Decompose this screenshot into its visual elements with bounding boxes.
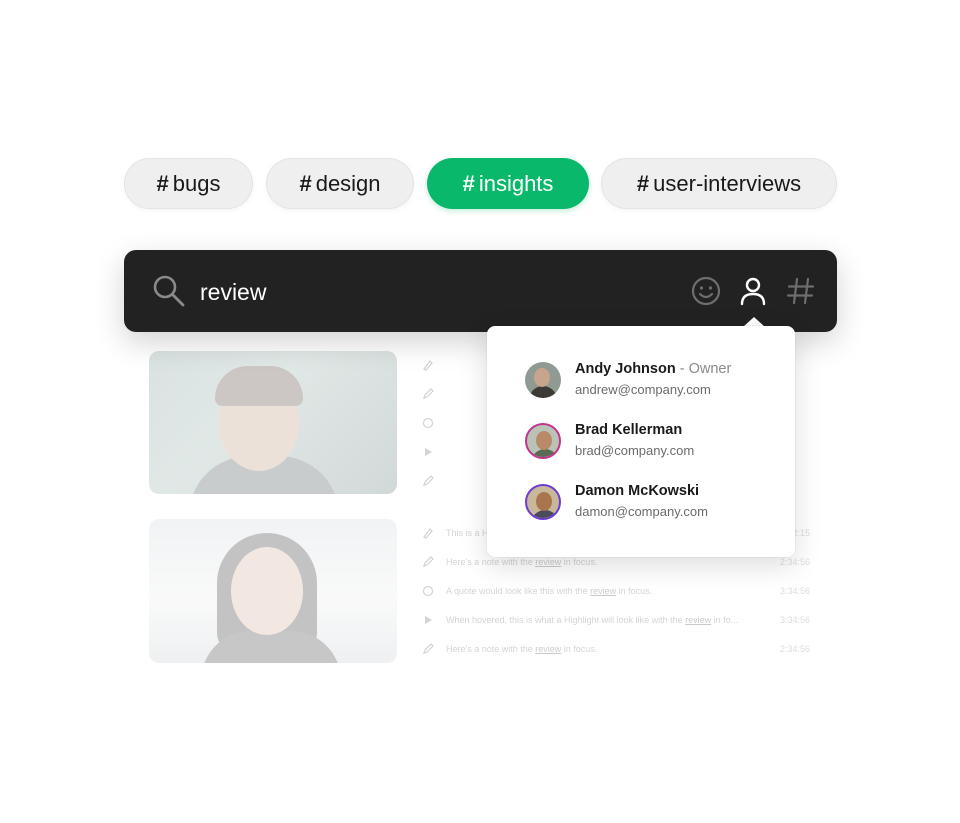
quote-icon (422, 585, 434, 597)
user-option-andy-johnson[interactable]: Andy Johnson - Owner andrew@company.com (525, 358, 775, 404)
list-item: A quote would look like this with the re… (420, 582, 810, 600)
highlight-icon (423, 360, 433, 371)
hashtag-filter-button[interactable] (784, 274, 818, 308)
user-name: Brad Kellerman (575, 422, 683, 438)
list-item: When hovered, this is what a Highlight w… (420, 611, 810, 629)
timestamp: 3:34:56 (779, 615, 810, 625)
hashtag-prefix: # (156, 171, 169, 196)
user-name: Andy Johnson - Owner (575, 361, 732, 377)
note-text: A quote would look like this with the re… (446, 586, 653, 596)
play-icon (425, 616, 432, 624)
pencil-icon (423, 643, 434, 654)
avatar (525, 484, 561, 520)
avatar (525, 423, 561, 459)
user-option-brad-kellerman[interactable]: Brad Kellerman brad@company.com (525, 419, 775, 465)
timestamp: 2:15 (792, 528, 810, 538)
hashtag-prefix: # (299, 171, 312, 196)
timestamp: 3:34:56 (779, 586, 810, 596)
pencil-icon (423, 388, 434, 399)
person-filter-button[interactable] (736, 274, 770, 308)
list-item: Here's a note with the review in focus. … (420, 640, 810, 658)
pencil-icon (423, 556, 434, 567)
hashtag-prefix: # (636, 171, 650, 196)
pencil-icon (423, 475, 434, 486)
user-name: Damon McKowski (575, 483, 700, 499)
video-thumbnail (149, 351, 397, 494)
highlight-icon (423, 528, 433, 539)
search-bar (124, 250, 837, 332)
hashtag-prefix: # (462, 171, 475, 196)
tag-label: bugs (172, 171, 221, 196)
tag-chip-user-interviews[interactable]: # user-interviews (601, 158, 837, 209)
tag-label: user-interviews (653, 171, 802, 196)
user-role: - Owner (675, 361, 732, 377)
person-icon (740, 277, 766, 306)
user-option-damon-mckowski[interactable]: Damon McKowski damon@company.com (525, 480, 775, 526)
search-icon (153, 275, 185, 307)
emoji-icon (691, 276, 721, 306)
play-icon (425, 448, 432, 456)
quote-icon (422, 417, 434, 429)
note-text: Here's a note with the review in focus. (446, 644, 598, 654)
emoji-filter-button[interactable] (689, 274, 723, 308)
timestamp: 2:34:56 (779, 644, 810, 654)
tag-chip-bugs[interactable]: # bugs (124, 158, 253, 209)
tag-label: design (315, 171, 381, 196)
user-suggestions-dropdown: Andy Johnson - Owner andrew@company.com … (487, 326, 795, 557)
avatar (525, 362, 561, 398)
search-input[interactable] (198, 272, 602, 312)
tag-chip-insights[interactable]: # insights (427, 158, 589, 209)
user-email: damon@company.com (575, 504, 708, 519)
tag-label: insights (478, 171, 554, 196)
user-email: brad@company.com (575, 443, 695, 458)
hashtag-icon (786, 277, 815, 305)
tag-chip-design[interactable]: # design (266, 158, 414, 209)
video-thumbnail (149, 519, 397, 663)
user-email: andrew@company.com (575, 382, 711, 397)
note-text: When hovered, this is what a Highlight w… (446, 615, 739, 625)
